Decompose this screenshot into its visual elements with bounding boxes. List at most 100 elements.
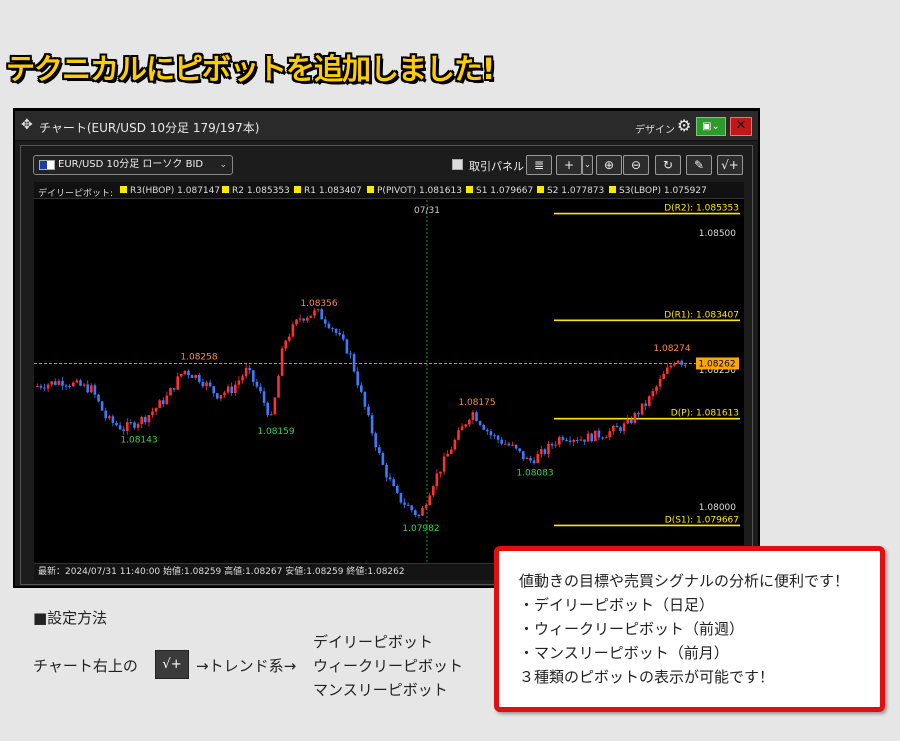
candle-body [180,373,183,377]
callout-box: 値動きの目標や売買シグナルの分析に便利です！ ・デイリーピボット（日足） ・ウィ… [494,546,885,712]
candle-body [252,370,255,382]
candle-body [385,464,388,478]
candle-body [327,323,331,329]
setup-title: ■設定方法 [33,609,108,627]
crosshair-icon[interactable]: + [556,155,582,175]
indicator-list-icon[interactable]: ≣ [526,155,552,175]
torihiki-panel-checkbox[interactable] [452,159,463,170]
candle-body [97,394,100,402]
candle-body [367,406,370,416]
candle-body [309,315,313,318]
candle-body [331,328,334,330]
low-annotation: 1.08159 [257,427,294,437]
crosshair-dropdown-icon[interactable]: ⌄ [582,155,593,175]
candle-body [554,444,557,446]
legend-item: R3(HBOP) 1.087147 [120,186,220,196]
candle-body [108,416,111,419]
candle-body [626,419,629,424]
candle-body [201,381,205,387]
zoom-in-icon[interactable]: ⊕ [596,155,622,175]
candle-body [439,471,442,474]
candle-body [255,381,259,387]
technical-add-icon[interactable]: √+ [717,155,743,175]
refresh-icon[interactable]: ↻ [655,155,681,175]
legend-item: R2 1.085353 [222,186,290,196]
candle-body [619,427,622,432]
candle-body [334,328,338,333]
candle-body [122,429,125,431]
candle-body [140,416,143,424]
flag-icon [39,160,55,170]
candle-body [324,319,327,324]
candle-body [136,423,140,428]
setup-option: マンスリーピボット [313,681,448,699]
gear-icon[interactable]: ⚙ [677,116,691,135]
technical-add-icon: √+ [155,650,189,679]
candle-body [612,425,615,432]
callout-line: ３種類のピボットの表示が可能です！ [519,668,775,686]
candle-body [550,443,554,446]
candle-body [126,422,129,431]
candle-body [417,514,421,516]
chart-area[interactable]: デイリーピボット: R3(HBOP) 1.087147 R2 1.085353 … [34,182,744,580]
high-annotation: 1.08258 [180,353,217,363]
move-icon[interactable]: ✥ [21,117,33,133]
candlestick-plot[interactable]: 07/311.085001.082501.08000D(R2): 1.08535… [34,200,744,562]
candle-body [316,309,320,311]
candle-body [284,340,287,349]
candle-body [601,437,604,439]
candle-body [219,395,223,399]
high-annotation: 1.08274 [653,344,690,354]
candle-body [651,390,655,397]
candle-body [507,443,511,446]
y-tick-label: 1.08500 [699,229,736,239]
candle-body [496,435,500,440]
candle-body [406,504,410,506]
candle-body [237,380,241,385]
candle-body [630,419,633,424]
candle-body [446,453,449,457]
candle-body [273,397,277,415]
candle-body [183,370,187,374]
candle-body [666,367,669,374]
candle-body [266,402,269,416]
symbol-select[interactable]: EUR/USD 10分足 ローソク BID ⌄ [33,155,233,175]
candle-body [388,477,392,480]
candle-body [259,386,262,392]
candle-body [147,415,151,423]
candle-body [194,374,197,378]
candle-body [64,385,68,387]
design-button[interactable]: デザイン [635,121,675,136]
date-marker-label: 07/31 [414,206,440,216]
window-mode-button[interactable]: ▣⌄ [696,117,726,136]
pivot-label: D(R2): 1.085353 [664,204,739,214]
candle-body [396,486,399,493]
candle-body [154,407,158,412]
candle-body [270,414,273,416]
candle-body [543,449,547,454]
pivot-label: D(P): 1.081613 [671,409,739,419]
window-titlebar[interactable]: ✥ チャート(EUR/USD 10分足 179/197本) デザイン ⚙ ▣⌄ … [15,111,758,141]
pen-icon[interactable]: ✎ [686,155,712,175]
candle-body [633,412,637,424]
candle-body [104,410,107,419]
candle-body [230,386,233,393]
candle-body [471,412,475,420]
candle-body [684,364,687,366]
candle-body [450,449,453,454]
high-annotation: 1.08356 [300,299,337,309]
candle-body [547,443,550,454]
zoom-out-icon[interactable]: ⊖ [623,155,649,175]
candle-body [345,339,349,354]
candle-body [169,388,172,396]
current-price-label: 1.08262 [698,359,735,369]
close-icon[interactable]: ✕ [730,117,752,136]
candle-body [129,422,133,424]
candle-body [680,360,683,365]
candle-body [529,457,532,461]
candle-body [291,324,295,337]
legend-item: S3(LBOP) 1.075927 [609,186,707,196]
candle-body [313,310,316,316]
legend-item: S1 1.079667 [466,186,533,196]
candle-body [604,437,608,439]
